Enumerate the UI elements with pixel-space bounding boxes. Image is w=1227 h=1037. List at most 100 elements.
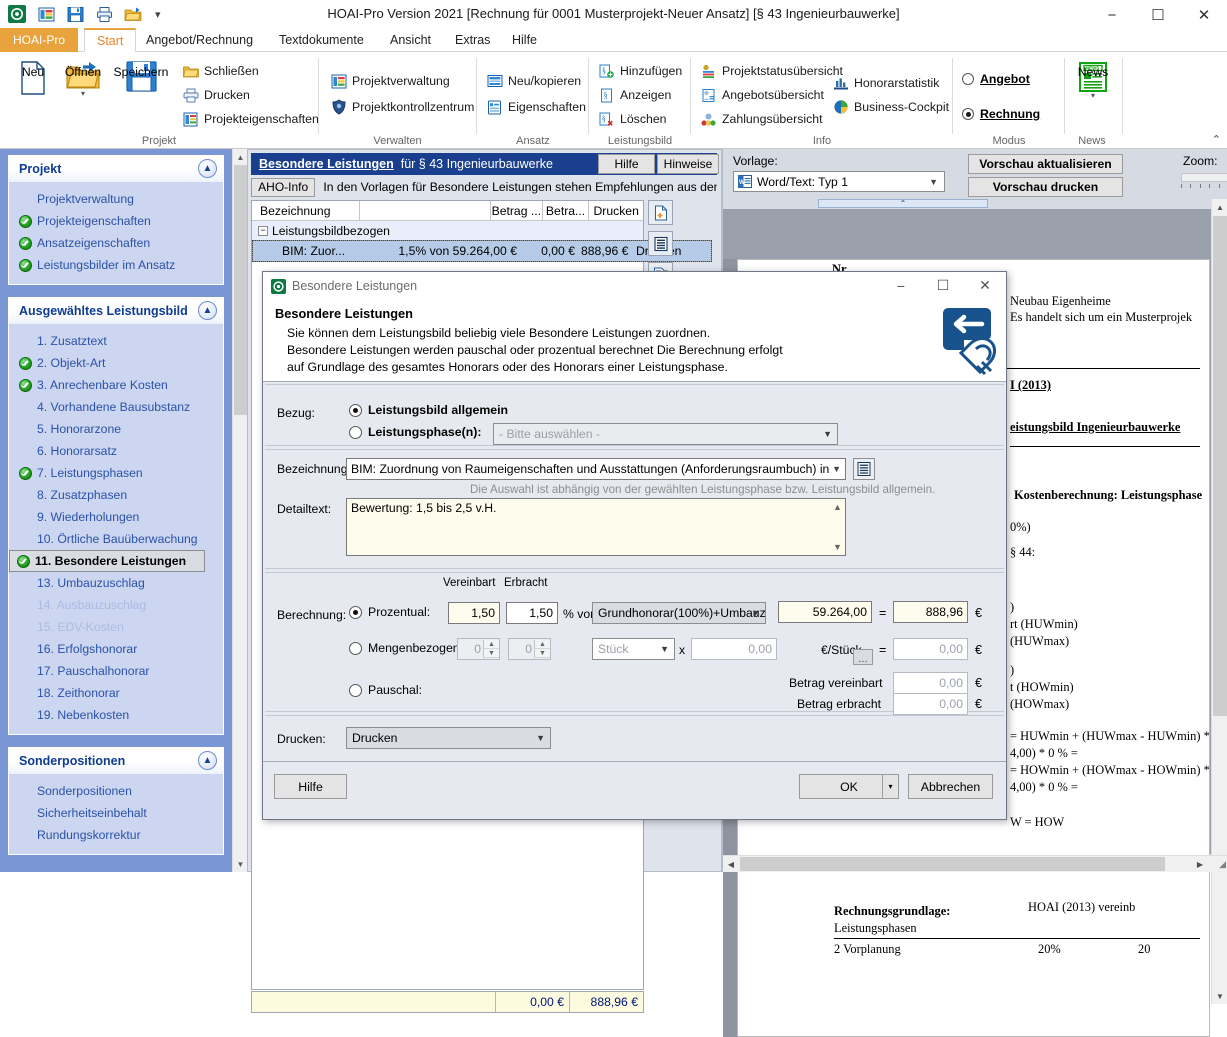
zoom-slider[interactable] xyxy=(1181,173,1227,182)
minimize-button[interactable]: − xyxy=(1089,0,1135,30)
aho-info-button[interactable]: AHO-Info xyxy=(251,177,316,197)
prozentual-erbracht-input[interactable]: 1,50 xyxy=(506,602,558,624)
betrag-vereinbart-input[interactable]: 0,00 xyxy=(893,672,968,694)
tab-extras[interactable]: Extras xyxy=(443,28,502,52)
sidebar-panel-sonderpositionen-header[interactable]: Sonderpositionen ▲ xyxy=(9,748,223,774)
textarea-scrollbar[interactable]: ▲ ▼ xyxy=(831,500,844,554)
tab-angebot-rechnung[interactable]: Angebot/Rechnung xyxy=(134,28,265,52)
ribbon-projekteigenschaften-button[interactable]: Projekteigenschaften xyxy=(180,108,319,130)
ribbon-angebotsuebersicht-button[interactable]: Angebotsübersicht xyxy=(698,84,824,106)
sidebar-item-13-umbauzuschlag[interactable]: 13. Umbauzuschlag xyxy=(9,572,223,594)
resize-grip-icon[interactable]: ◢ xyxy=(1219,859,1226,870)
hilfe-button[interactable]: Hilfe xyxy=(274,774,347,799)
radio-leistungsphasen[interactable]: Leistungsphase(n): xyxy=(349,425,481,439)
sidebar-item-5-honorarzone[interactable]: 5. Honorarzone xyxy=(9,418,223,440)
scroll-up-icon[interactable]: ▲ xyxy=(233,149,248,165)
sidebar-item-10-oertliche-bauueberwachung[interactable]: 10. Örtliche Bauüberwachung xyxy=(9,528,223,550)
dialog-minimize-button[interactable]: − xyxy=(880,272,922,299)
tab-textdokumente[interactable]: Textdokumente xyxy=(267,28,376,52)
dialog-maximize-button[interactable]: ☐ xyxy=(922,272,964,299)
preview-splitter[interactable]: ⌃ xyxy=(723,199,1227,209)
tab-ansicht[interactable]: Ansicht xyxy=(378,28,443,52)
scroll-up-icon[interactable]: ▲ xyxy=(833,502,842,512)
dialog-close-button[interactable]: ✕ xyxy=(964,272,1006,299)
add-row-button[interactable] xyxy=(648,200,673,225)
scroll-down-icon[interactable]: ▼ xyxy=(833,542,842,552)
leistungsphase-select[interactable]: - Bitte auswählen - ▼ xyxy=(493,423,838,445)
ok-dropdown-icon[interactable]: ▾ xyxy=(882,774,898,799)
sidebar-item-leistungsbilder-im-ansatz[interactable]: Leistungsbilder im Ansatz xyxy=(9,254,223,276)
radio-mengenbezogen[interactable]: Mengenbezogen: xyxy=(349,641,463,655)
sidebar-item-2-objekt-art[interactable]: 2. Objekt-Art xyxy=(9,352,223,374)
ribbon-hinzufuegen-button[interactable]: § Hinzufügen xyxy=(596,60,682,82)
basis-select[interactable]: Grundhonorar(100%)+Umbauzu ▼ xyxy=(592,602,766,624)
scroll-down-icon[interactable]: ▼ xyxy=(233,856,248,872)
chevron-down-icon[interactable]: ▾ xyxy=(81,90,85,98)
sidebar-item-7-leistungsphasen[interactable]: 7. Leistungsphasen xyxy=(9,462,223,484)
chevron-down-icon[interactable]: ▼ xyxy=(929,177,938,187)
chevron-down-icon[interactable]: ▼ xyxy=(536,733,545,743)
column-drucken[interactable]: Drucken xyxy=(589,201,643,221)
prozentual-vereinbart-input[interactable]: 1,50 xyxy=(448,602,500,624)
sidebar-item-17-pauschalhonorar[interactable]: 17. Pauschalhonorar xyxy=(9,660,223,682)
radio-pauschal[interactable]: Pauschal: xyxy=(349,683,422,697)
scroll-right-icon[interactable]: ▶ xyxy=(1192,856,1208,872)
list-button[interactable] xyxy=(648,231,673,256)
betrag-erbracht-input[interactable]: 0,00 xyxy=(893,693,968,715)
chevron-down-icon[interactable]: ▼ xyxy=(660,644,669,654)
radio-prozentual[interactable]: Prozentual: xyxy=(349,605,430,619)
ribbon-new-button[interactable]: Neu xyxy=(6,57,60,129)
vorschau-aktualisieren-button[interactable]: Vorschau aktualisieren xyxy=(968,154,1123,174)
chevron-down-icon[interactable]: ▾ xyxy=(1091,92,1095,100)
ribbon-eigenschaften-button[interactable]: Eigenschaften xyxy=(484,96,586,118)
basis-value-input[interactable]: 59.264,00 xyxy=(778,601,872,623)
ribbon-honorarstatistik-button[interactable]: Honorarstatistik xyxy=(830,72,939,94)
menge-erbracht-stepper[interactable]: 0 ▲ ▼ xyxy=(508,638,551,660)
radio-rechnung[interactable]: Rechnung xyxy=(962,107,1040,121)
tab-start[interactable]: Start xyxy=(84,28,137,52)
chevron-up-icon[interactable]: ▲ xyxy=(198,751,217,770)
sidebar-item-9-wiederholungen[interactable]: 9. Wiederholungen xyxy=(9,506,223,528)
radio-angebot[interactable]: Angebot xyxy=(962,72,1030,86)
hilfe-button[interactable]: Hilfe xyxy=(598,154,655,174)
ribbon-business-cockpit-button[interactable]: Business-Cockpit xyxy=(830,96,949,118)
column-betrag-2[interactable]: Betra... xyxy=(543,201,590,221)
ribbon-loeschen-button[interactable]: § Löschen xyxy=(596,108,667,130)
sidebar-item-1-zusatztext[interactable]: 1. Zusatztext xyxy=(9,330,223,352)
preview-vertical-scrollbar[interactable]: ▲ ▼ xyxy=(1211,199,1227,1004)
sidebar-item-ansatzeigenschaften[interactable]: Ansatzeigenschaften xyxy=(9,232,223,254)
table-row[interactable]: BIM: Zuor... 1,5% von 59.264,00 € 0,00 €… xyxy=(252,240,712,262)
list-picker-icon[interactable] xyxy=(853,458,875,480)
ribbon-neu-kopieren-button[interactable]: Neu/kopieren xyxy=(484,70,581,92)
scroll-thumb[interactable] xyxy=(740,857,1165,871)
sidebar-item-projektverwaltung[interactable]: Projektverwaltung xyxy=(9,188,223,210)
scroll-thumb[interactable] xyxy=(1213,216,1227,716)
scroll-up-icon[interactable]: ▲ xyxy=(1212,199,1227,215)
sidebar-item-rundungskorrektur[interactable]: Rundungskorrektur xyxy=(9,824,223,846)
tab-hilfe[interactable]: Hilfe xyxy=(500,28,549,52)
vorlage-select[interactable]: W Word/Text: Typ 1 ▼ xyxy=(733,171,945,192)
sidebar-item-6-honorarsatz[interactable]: 6. Honorarsatz xyxy=(9,440,223,462)
tab-hoai-pro[interactable]: HOAI-Pro xyxy=(0,28,78,52)
sidebar-panel-leistungsbild-header[interactable]: Ausgewähltes Leistungsbild ▲ xyxy=(9,298,223,324)
sidebar-item-sicherheitseinbehalt[interactable]: Sicherheitseinbehalt xyxy=(9,802,223,824)
ribbon-projektkontrollzentrum-button[interactable]: Projektkontrollzentrum xyxy=(328,96,474,118)
einheit-select[interactable]: Stück ▼ xyxy=(592,638,675,660)
column-blank[interactable] xyxy=(360,201,491,221)
more-options-button[interactable]: … xyxy=(853,649,873,665)
column-betrag-1[interactable]: Betrag ... xyxy=(491,201,543,221)
sidebar-item-8-zusatzphasen[interactable]: 8. Zusatzphasen xyxy=(9,484,223,506)
splitter-grip-icon[interactable]: ⌃ xyxy=(818,199,988,208)
sidebar-item-sonderpositionen[interactable]: Sonderpositionen xyxy=(9,780,223,802)
ribbon-projektstatusuebersicht-button[interactable]: Projektstatusübersicht xyxy=(698,60,843,82)
sidebar-item-3-anrechenbare-kosten[interactable]: 3. Anrechenbare Kosten xyxy=(9,374,223,396)
hinweise-button[interactable]: Hinweise xyxy=(657,154,719,174)
stepper-arrows[interactable]: ▲ ▼ xyxy=(483,640,499,658)
scroll-thumb[interactable] xyxy=(234,165,247,415)
sidebar-item-18-zeithonorar[interactable]: 18. Zeithonorar xyxy=(9,682,223,704)
chevron-up-icon[interactable]: ▲ xyxy=(198,301,217,320)
ribbon-projektverwaltung-button[interactable]: Projektverwaltung xyxy=(328,70,450,92)
sidebar-item-11-besondere-leistungen[interactable]: 11. Besondere Leistungen xyxy=(9,550,206,572)
preview-horizontal-scrollbar[interactable]: ◀ ▶ ◢ xyxy=(723,855,1227,872)
einzelpreis-input[interactable]: 0,00 xyxy=(691,638,777,660)
